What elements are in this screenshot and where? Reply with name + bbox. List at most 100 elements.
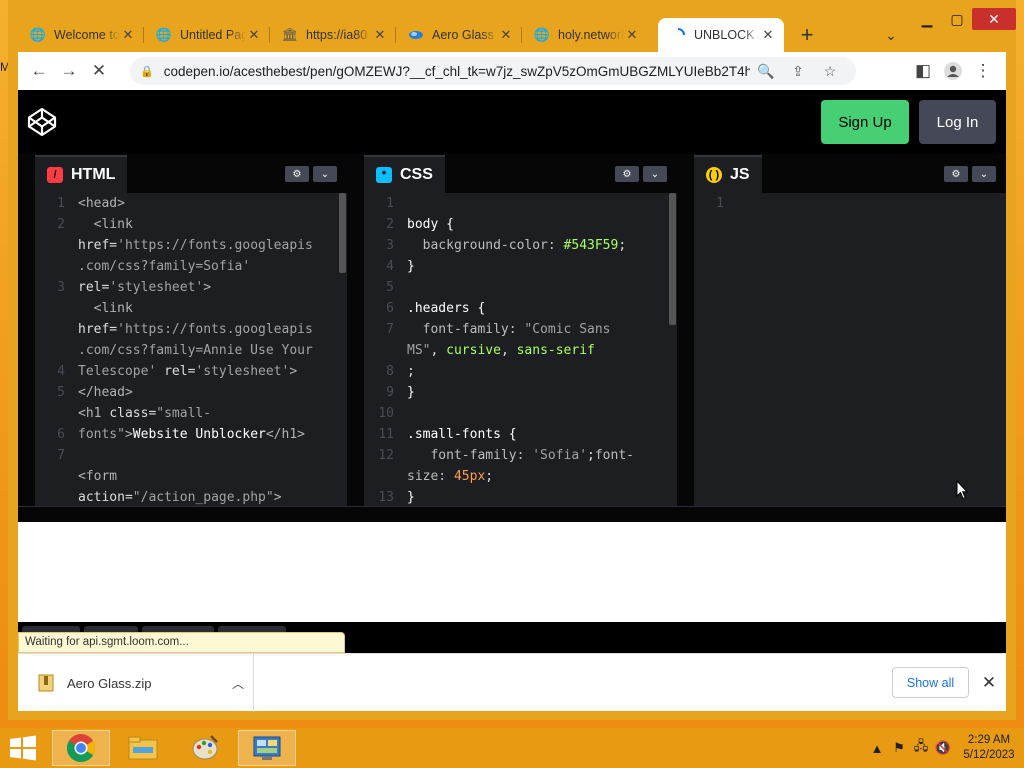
tab-welcome[interactable]: 🌐 Welcome to ✕ (18, 18, 144, 52)
folder-icon (128, 736, 158, 760)
code-lines: <head> <link href='https://fonts.googlea… (78, 196, 313, 505)
close-icon[interactable]: ✕ (246, 27, 262, 43)
menu-kebab-icon[interactable]: ⋮ (968, 56, 998, 86)
globe-icon: 🌐 (533, 27, 551, 42)
css-code[interactable]: 1 2 3 4 5 6 7 8 9 10 11 12 13 body { background-colo… (364, 193, 677, 506)
download-bar: Aero Glass.zip ︿ Show all ✕ (18, 653, 1006, 712)
stop-loading-icon[interactable]: ✕ (84, 56, 114, 86)
profile-avatar-icon[interactable] (938, 56, 968, 86)
chevron-down-icon[interactable]: ⌄ (643, 166, 667, 182)
close-icon[interactable]: ✕ (372, 27, 388, 43)
forward-arrow-icon[interactable]: → (54, 56, 84, 86)
codepen-header: Sign Up Log In (18, 90, 1006, 154)
new-tab-button[interactable]: + (790, 18, 824, 52)
html-panel-title: HTML (71, 166, 116, 183)
html-panel-tab[interactable]: / HTML (35, 155, 128, 193)
close-icon[interactable]: ✕ (120, 27, 136, 43)
js-panel-title: JS (730, 166, 750, 183)
chevron-down-icon[interactable]: ⌄ (313, 166, 337, 182)
clock-time: 2:29 AM (967, 734, 1011, 746)
tab-strip: 🌐 Welcome to ✕ 🌐 Untitled Page ✕ 🏛 https… (18, 18, 1006, 52)
js-editor-panel: ( ) JS ⚙ ⌄ 1 (694, 155, 1006, 506)
side-panel-icon[interactable]: ◧ (908, 56, 938, 86)
chevron-down-icon[interactable]: ⌄ (972, 166, 996, 182)
action-center-flag-icon[interactable]: ⚑ (888, 740, 910, 756)
clock[interactable]: 2:29 AM 5/12/2023 (954, 733, 1024, 763)
taskbar-paint[interactable] (176, 730, 234, 766)
zoom-search-icon[interactable]: 🔍 (750, 63, 782, 80)
editor-area: / HTML ⚙ ⌄ 1234567 <head> <link href='ht… (18, 154, 1006, 506)
bookmark-star-icon[interactable]: ☆ (814, 63, 846, 80)
taskbar-chrome[interactable] (52, 730, 110, 766)
status-bubble: Waiting for api.sgmt.loom.com... (18, 632, 345, 653)
museum-icon: 🏛 (281, 27, 299, 42)
line-numbers: 1234567 (57, 196, 65, 463)
tab-label: UNBLOCK A (694, 28, 760, 42)
tab-label: holy.network (558, 28, 624, 42)
tab-unblock-active[interactable]: UNBLOCK A ✕ (658, 18, 784, 52)
volume-muted-icon[interactable]: 🔇 (932, 740, 954, 756)
system-tray: ▲ ⚑ 🖧 🔇 2:29 AM 5/12/2023 (866, 728, 1024, 768)
html-editor-panel: / HTML ⚙ ⌄ 1234567 <head> <link href='ht… (35, 155, 347, 506)
result-preview[interactable] (18, 522, 1006, 622)
download-file-name: Aero Glass.zip (67, 675, 152, 691)
settings-gear-icon[interactable]: ⚙ (615, 166, 639, 182)
mouse-pointer-icon (956, 480, 968, 500)
windows-start-icon[interactable] (8, 734, 38, 762)
page-content: Sign Up Log In / HTML ⚙ ⌄ 1234567 <head>… (18, 90, 1006, 653)
tab-label: https://ia80 (306, 28, 368, 42)
css-scrollbar[interactable] (667, 193, 677, 506)
back-arrow-icon[interactable]: ← (24, 56, 54, 86)
show-all-button[interactable]: Show all (892, 667, 969, 698)
settings-gear-icon[interactable]: ⚙ (285, 166, 309, 182)
close-icon[interactable]: ✕ (624, 27, 640, 43)
show-hidden-icons-icon[interactable]: ▲ (866, 741, 888, 756)
line-numbers: 1 (716, 196, 724, 211)
window-close-icon[interactable]: ✕ (972, 8, 1016, 30)
close-icon[interactable]: ✕ (498, 27, 514, 43)
clock-date: 5/12/2023 (963, 749, 1015, 761)
share-icon[interactable]: ⇪ (782, 63, 814, 80)
tab-untitled[interactable]: 🌐 Untitled Page ✕ (144, 18, 270, 52)
js-panel-tab[interactable]: ( ) JS (694, 155, 762, 193)
globe-icon: 🌐 (155, 27, 173, 42)
aero-icon (408, 27, 424, 43)
tab-search-chevron-icon[interactable]: ⌄ (874, 18, 908, 52)
line-numbers: 1 2 3 4 5 6 7 8 9 10 11 12 13 (378, 196, 394, 505)
preview-resizer[interactable] (18, 506, 1006, 522)
close-icon[interactable]: ✕ (975, 667, 1003, 698)
settings-gear-icon[interactable]: ⚙ (944, 166, 968, 182)
code-lines: body { background-color: #543F59; } .hea… (407, 217, 634, 505)
taskbar-control-panel[interactable] (238, 730, 296, 766)
maximize-icon[interactable]: ▢ (942, 8, 972, 30)
sign-up-button[interactable]: Sign Up (821, 100, 909, 144)
css-panel-tab[interactable]: * CSS (364, 155, 445, 193)
zip-file-icon (38, 674, 54, 692)
tab-aero-glass[interactable]: Aero Glass ✕ (396, 18, 522, 52)
minimize-icon[interactable]: ▁ (912, 8, 942, 30)
html-lang-icon: / (47, 167, 63, 183)
download-item[interactable]: Aero Glass.zip ︿ (18, 654, 254, 712)
taskbar-file-explorer[interactable] (114, 730, 172, 766)
tab-label: Untitled Page (180, 28, 246, 42)
html-code[interactable]: 1234567 <head> <link href='https://fonts… (35, 193, 347, 506)
css-editor-panel: * CSS ⚙ ⌄ 1 2 3 4 5 6 7 8 9 10 11 12 13 body { backg… (364, 155, 677, 506)
log-in-button[interactable]: Log In (919, 100, 996, 144)
lock-icon: 🔒 (140, 65, 154, 78)
address-bar[interactable]: 🔒 codepen.io/acesthebest/pen/gOMZEWJ?__c… (130, 57, 856, 85)
toolbar-right: ◧ ⋮ (908, 56, 998, 86)
js-lang-icon: ( ) (706, 167, 722, 183)
html-scrollbar[interactable] (337, 193, 347, 506)
browser-toolbar: ← → ✕ 🔒 codepen.io/acesthebest/pen/gOMZE… (18, 52, 1006, 90)
js-code[interactable]: 1 (694, 193, 1006, 506)
css-lang-icon: * (376, 167, 392, 183)
address-url[interactable]: codepen.io/acesthebest/pen/gOMZEWJ?__cf_… (164, 64, 750, 79)
tab-holy-network[interactable]: 🌐 holy.network ✕ (522, 18, 648, 52)
tab-ia80[interactable]: 🏛 https://ia80 ✕ (270, 18, 396, 52)
window-controls: ▁ ▢ ✕ (912, 8, 1016, 30)
chevron-up-icon[interactable]: ︿ (223, 675, 253, 692)
close-icon[interactable]: ✕ (760, 27, 776, 43)
network-icon[interactable]: 🖧 (910, 737, 932, 759)
codepen-logo-icon[interactable] (26, 106, 58, 138)
control-panel-icon (253, 736, 281, 760)
